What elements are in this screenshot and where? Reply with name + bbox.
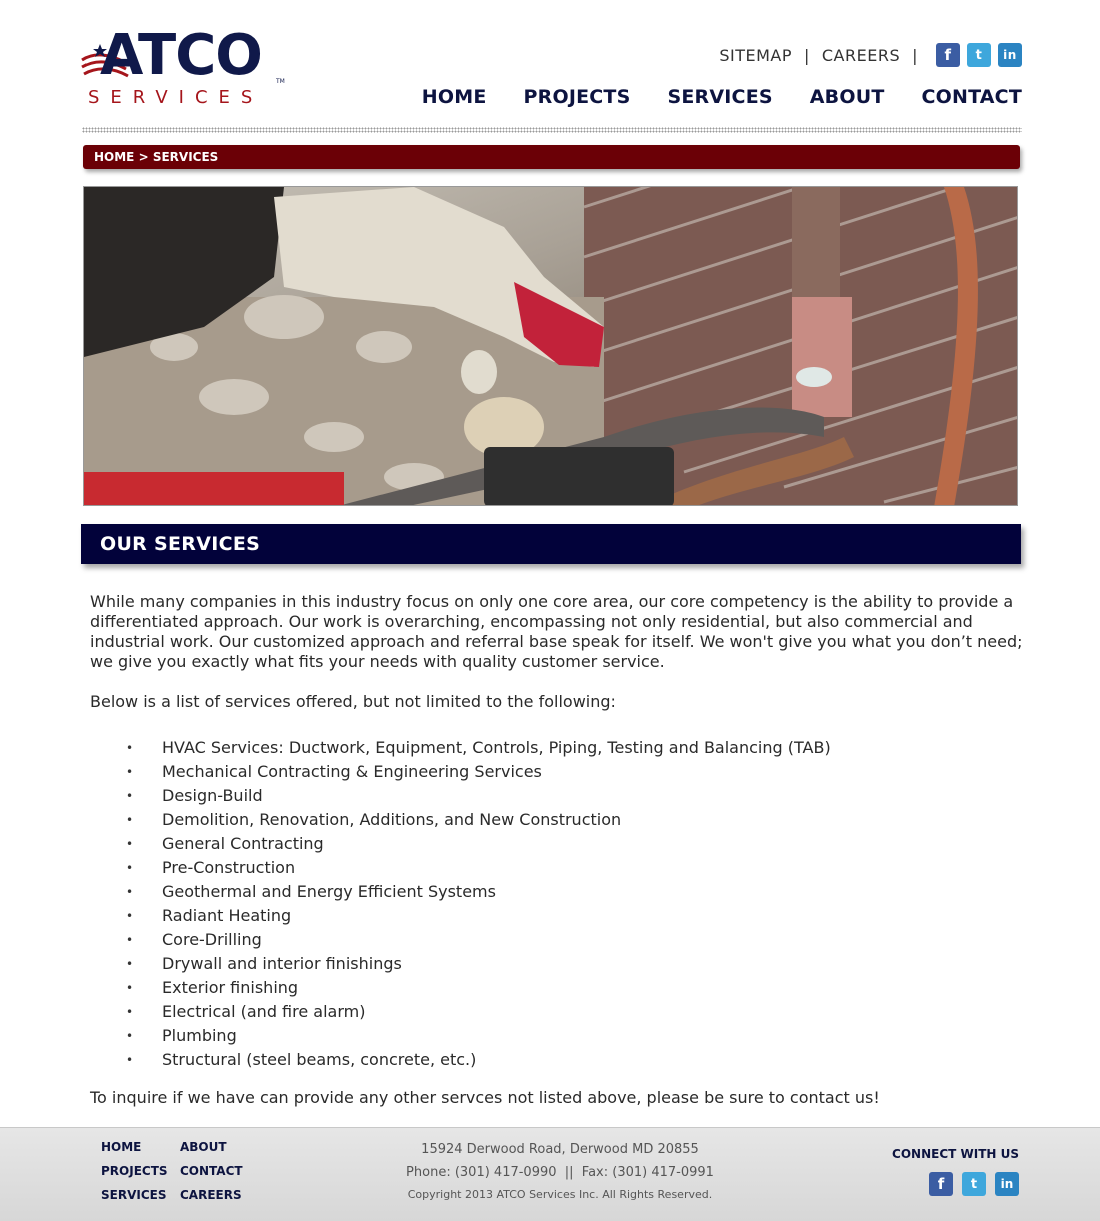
intro-paragraph: While many companies in this industry fo… xyxy=(90,592,1023,671)
list-item: • Electrical (and fire alarm) xyxy=(90,1000,1030,1024)
service-label: Radiant Heating xyxy=(162,906,292,925)
service-label: HVAC Services: Ductwork, Equipment, Cont… xyxy=(162,738,831,757)
twitter-icon[interactable]: t xyxy=(962,1172,986,1196)
nav-about[interactable]: ABOUT xyxy=(810,86,885,108)
list-item: • Demolition, Renovation, Additions, and … xyxy=(90,808,1030,832)
footer-link-home[interactable]: HOME xyxy=(101,1139,180,1156)
footer-copyright: Copyright 2013 ATCO Services Inc. All Ri… xyxy=(407,1188,713,1201)
footer-link-careers[interactable]: CAREERS xyxy=(180,1187,260,1204)
bullet-icon: • xyxy=(126,789,134,803)
bullet-icon: • xyxy=(126,1029,134,1043)
bullet-icon: • xyxy=(126,765,134,779)
service-label: Drywall and interior finishings xyxy=(162,954,402,973)
twitter-icon[interactable]: t xyxy=(967,43,991,67)
list-item: • Mechanical Contracting & Engineering Se… xyxy=(90,760,1030,784)
sitemap-link[interactable]: SITEMAP xyxy=(719,46,792,65)
footer-link-projects[interactable]: PROJECTS xyxy=(101,1163,180,1180)
list-item: • Radiant Heating xyxy=(90,904,1030,928)
bullet-icon: • xyxy=(126,909,134,923)
services-list-lead: Below is a list of services offered, but… xyxy=(90,692,616,711)
nav-services[interactable]: SERVICES xyxy=(667,86,772,108)
list-item: • General Contracting xyxy=(90,832,1030,856)
service-label: Mechanical Contracting & Engineering Ser… xyxy=(162,762,542,781)
list-item: • Exterior finishing xyxy=(90,976,1030,1000)
list-item: • Pre-Construction xyxy=(90,856,1030,880)
service-label: General Contracting xyxy=(162,834,324,853)
bullet-icon: • xyxy=(126,981,134,995)
util-separator: | xyxy=(803,45,810,65)
utility-nav: SITEMAP | CAREERS | f t in xyxy=(719,43,1022,67)
service-label: Core-Drilling xyxy=(162,930,262,949)
service-label: Electrical (and fire alarm) xyxy=(162,1002,366,1021)
util-separator: | xyxy=(912,45,918,65)
nav-home[interactable]: HOME xyxy=(422,86,487,108)
footer-address: 15924 Derwood Road, Derwood MD 20855 xyxy=(421,1142,699,1157)
footer-link-contact[interactable]: CONTACT xyxy=(180,1163,260,1180)
nav-contact[interactable]: CONTACT xyxy=(922,86,1023,108)
bullet-icon: • xyxy=(126,885,134,899)
linkedin-icon[interactable]: in xyxy=(995,1172,1019,1196)
site-header: ATCO TM SERVICES SITEMAP | CAREERS | f t… xyxy=(0,0,1100,140)
bullet-icon: • xyxy=(126,957,134,971)
site-footer: HOME ABOUT PROJECTS CONTACT SERVICES CAR… xyxy=(0,1127,1100,1221)
careers-link[interactable]: CAREERS xyxy=(822,46,900,65)
linkedin-icon[interactable]: in xyxy=(998,43,1022,67)
service-label: Geothermal and Energy Efficient Systems xyxy=(162,882,496,901)
logo-subtitle: SERVICES xyxy=(88,87,264,108)
dotted-divider xyxy=(82,127,1022,133)
bullet-icon: • xyxy=(126,741,134,755)
breadcrumb-home[interactable]: HOME xyxy=(94,150,134,164)
facebook-icon[interactable]: f xyxy=(936,43,960,67)
bullet-icon: • xyxy=(126,837,134,851)
list-item: • Design-Build xyxy=(90,784,1030,808)
service-label: Demolition, Renovation, Additions, and N… xyxy=(162,810,622,829)
bullet-icon: • xyxy=(126,861,134,875)
bullet-icon: • xyxy=(126,933,134,947)
footer-link-about[interactable]: ABOUT xyxy=(180,1139,260,1156)
list-item: • Structural (steel beams, concrete, etc.… xyxy=(90,1048,1030,1072)
footer-nav: HOME ABOUT PROJECTS CONTACT SERVICES CAR… xyxy=(101,1139,260,1204)
list-item: • Plumbing xyxy=(90,1024,1030,1048)
atco-logo[interactable]: ATCO TM SERVICES xyxy=(80,26,285,110)
logo-wordmark: ATCO xyxy=(100,23,263,88)
list-item: • HVAC Services: Ductwork, Equipment, Con… xyxy=(90,736,1030,760)
service-label: Plumbing xyxy=(162,1026,237,1045)
service-label: Structural (steel beams, concrete, etc.) xyxy=(162,1050,477,1069)
nav-projects[interactable]: PROJECTS xyxy=(524,86,631,108)
hero-image-brazing-pipe xyxy=(83,186,1018,506)
connect-with-us-label: CONNECT WITH US xyxy=(892,1147,1019,1161)
bullet-icon: • xyxy=(126,1005,134,1019)
footer-social: f t in xyxy=(929,1172,1019,1196)
footer-link-services[interactable]: SERVICES xyxy=(101,1187,180,1204)
footer-contact-info: 15924 Derwood Road, Derwood MD 20855 Pho… xyxy=(380,1140,740,1204)
facebook-icon[interactable]: f xyxy=(929,1172,953,1196)
header-social: f t in xyxy=(936,43,1022,67)
breadcrumb: HOME > SERVICES xyxy=(83,145,1020,169)
closing-paragraph: To inquire if we have can provide any ot… xyxy=(90,1088,880,1107)
services-content: While many companies in this industry fo… xyxy=(90,592,1030,1108)
logo-trademark: TM xyxy=(276,78,285,85)
breadcrumb-current: SERVICES xyxy=(152,150,219,164)
footer-phones: Phone: (301) 417-0990 || Fax: (301) 417-… xyxy=(406,1165,714,1180)
list-item: • Core-Drilling xyxy=(90,928,1030,952)
service-label: Design-Build xyxy=(162,786,263,805)
service-label: Exterior finishing xyxy=(162,978,299,997)
services-list: • HVAC Services: Ductwork, Equipment, Con… xyxy=(90,736,1030,1072)
bullet-icon: • xyxy=(126,1053,134,1067)
breadcrumb-separator: > xyxy=(138,150,149,164)
main-nav: HOME PROJECTS SERVICES ABOUT CONTACT xyxy=(422,86,1022,108)
service-label: Pre-Construction xyxy=(162,858,296,877)
section-banner-our-services: OUR SERVICES xyxy=(81,524,1021,564)
list-item: • Geothermal and Energy Efficient Systems xyxy=(90,880,1030,904)
list-item: • Drywall and interior finishings xyxy=(90,952,1030,976)
bullet-icon: • xyxy=(126,813,134,827)
